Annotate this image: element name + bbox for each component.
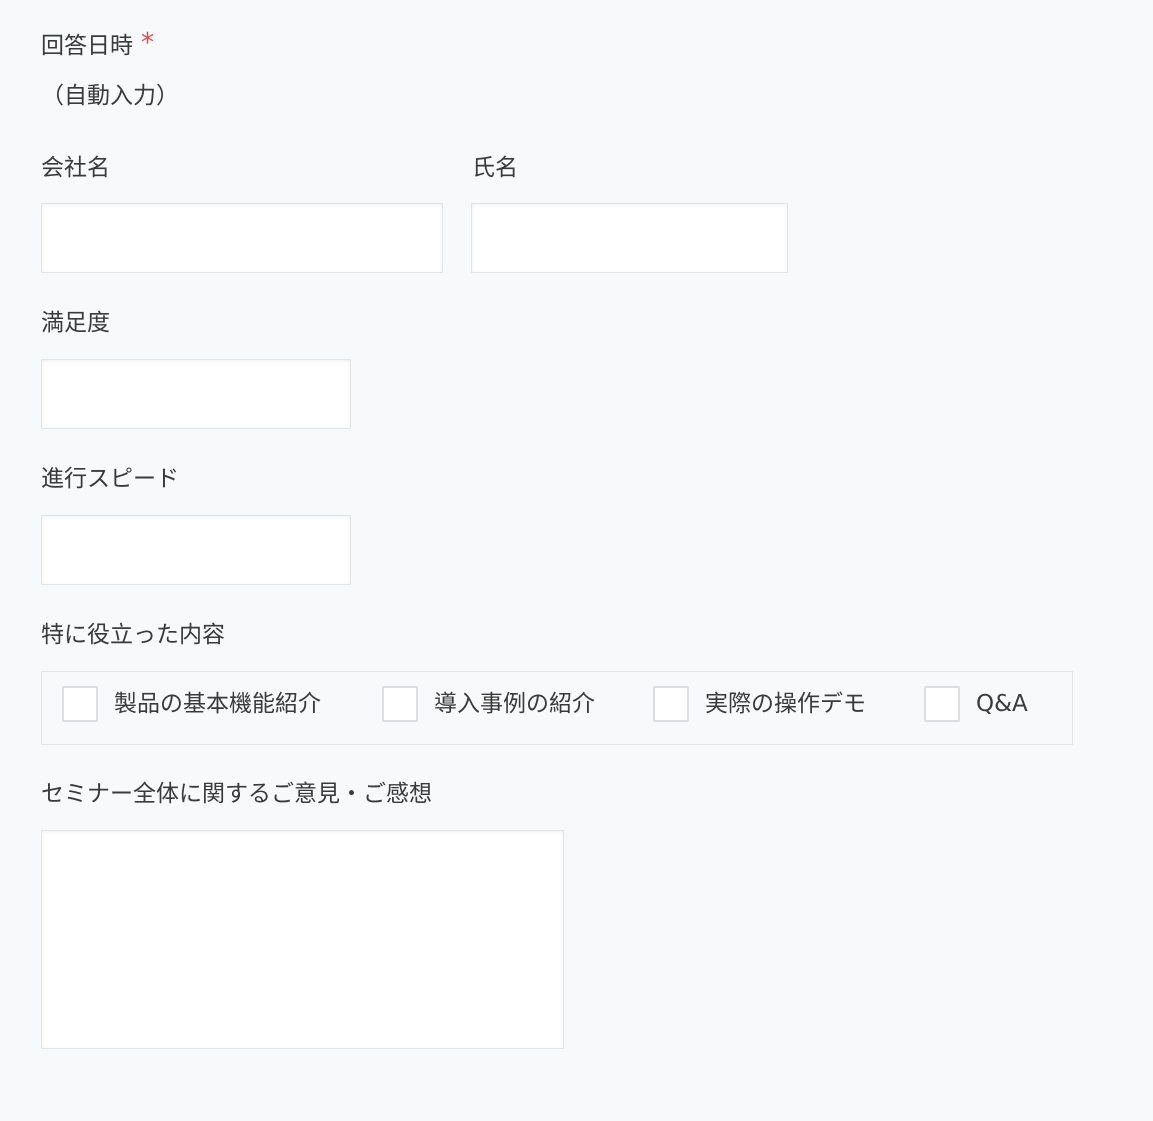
option-label-basic-features: 製品の基本機能紹介 [114, 691, 321, 717]
satisfaction-input[interactable] [41, 359, 351, 429]
name-input[interactable] [471, 203, 788, 273]
useful-content-option-basic-features[interactable]: 製品の基本機能紹介 [62, 686, 321, 722]
speed-label: 進行スピード [41, 466, 179, 492]
checkbox-case-studies[interactable] [382, 686, 418, 722]
option-label-qa: Q&A [976, 691, 1028, 717]
useful-content-option-case-studies[interactable]: 導入事例の紹介 [382, 686, 595, 722]
checkbox-basic-features[interactable] [62, 686, 98, 722]
checkbox-qa[interactable] [924, 686, 960, 722]
satisfaction-label: 満足度 [41, 310, 110, 336]
answer-datetime-label-text: 回答日時 [41, 33, 133, 59]
company-label: 会社名 [41, 155, 110, 181]
survey-form: 回答日時 * （自動入力） 会社名 氏名 満足度 進行スピード 特に役立った内容 … [0, 0, 1153, 1121]
checkbox-operation-demo[interactable] [653, 686, 689, 722]
feedback-textarea[interactable] [41, 830, 564, 1049]
useful-content-checkbox-group: 製品の基本機能紹介 導入事例の紹介 実際の操作デモ Q&A [41, 671, 1073, 745]
required-mark: * [141, 28, 154, 58]
feedback-label: セミナー全体に関するご意見・ご感想 [41, 781, 432, 807]
answer-datetime-label: 回答日時 * [41, 28, 154, 61]
company-input[interactable] [41, 203, 443, 273]
speed-input[interactable] [41, 515, 351, 585]
useful-content-label: 特に役立った内容 [41, 622, 225, 648]
option-label-case-studies: 導入事例の紹介 [434, 691, 595, 717]
name-label: 氏名 [472, 155, 518, 181]
useful-content-option-qa[interactable]: Q&A [924, 686, 1028, 722]
useful-content-option-operation-demo[interactable]: 実際の操作デモ [653, 686, 866, 722]
answer-datetime-auto-value: （自動入力） [41, 83, 179, 109]
option-label-operation-demo: 実際の操作デモ [705, 691, 866, 717]
